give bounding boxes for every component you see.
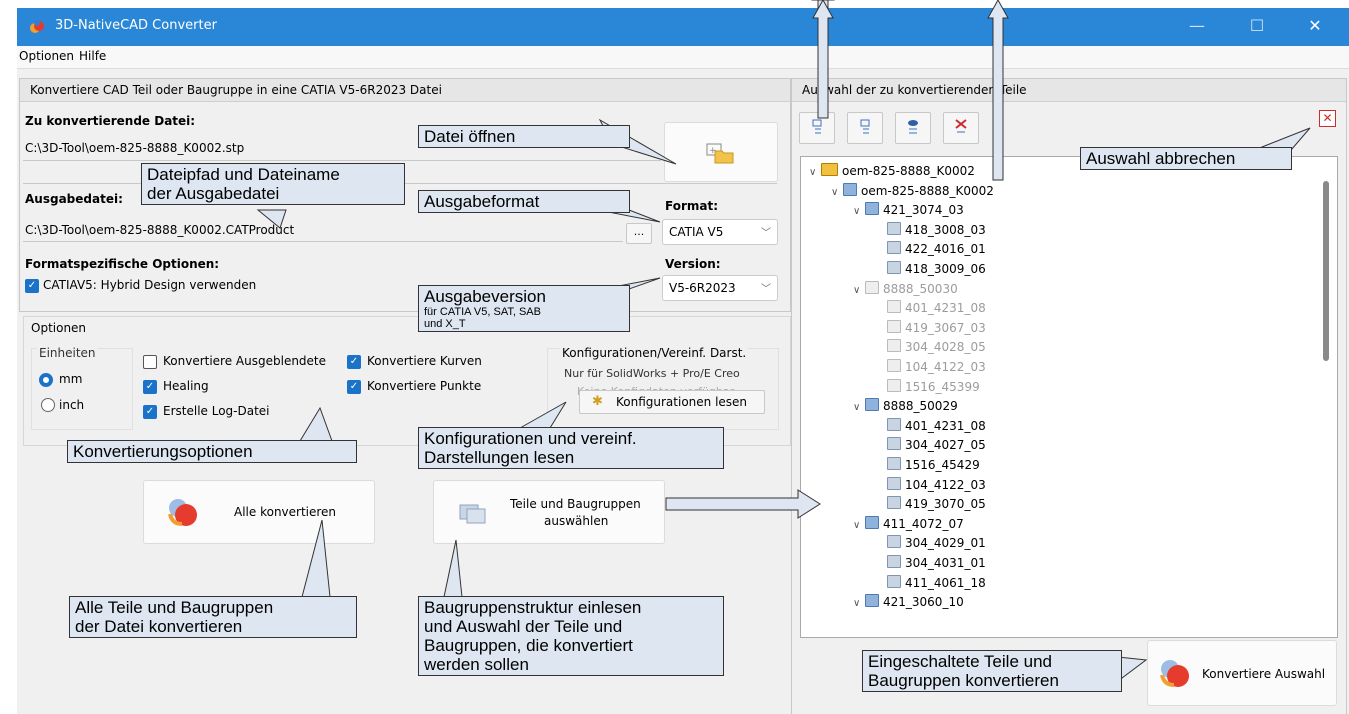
callout-configurations-line1: Konfigurationen und vereinf.: [424, 429, 637, 448]
callout-structure-line2: und Auswahl der Teile und: [424, 617, 623, 636]
pointer-convert-all: [301, 519, 331, 598]
callout-output-version-title: Ausgabeversion: [424, 287, 546, 306]
callout-configurations: Konfigurationen und vereinf. Darstellung…: [418, 427, 724, 469]
callout-structure: Baugruppenstruktur einlesen und Auswahl …: [418, 596, 724, 676]
callout-structure-line4: werden sollen: [424, 655, 529, 674]
up-arrow-left: [812, 0, 834, 119]
callout-output-format: Ausgabeformat: [418, 190, 630, 213]
pointer-output-path: [256, 209, 287, 229]
callout-output-version-sub2: und X_T: [424, 318, 466, 330]
up-arrow-right: [987, 0, 1009, 181]
callout-convert-selection: Eingeschaltete Teile und Baugruppen konv…: [862, 650, 1122, 692]
pointer-options: [299, 406, 333, 442]
callout-conversion-options: Konvertierungsoptionen: [67, 440, 357, 463]
callout-convert-selection-line1: Eingeschaltete Teile und: [868, 652, 1052, 671]
callout-structure-line1: Baugruppenstruktur einlesen: [424, 598, 642, 617]
callout-output-version-sub1: für CATIA V5, SAT, SAB: [424, 306, 541, 318]
callout-output-path: Dateipfad und Dateiname der Ausgabedatei: [141, 163, 405, 205]
pointer-convert-selection: [1117, 656, 1148, 682]
pointer-select-parts: [443, 539, 463, 598]
callout-cancel-selection: Auswahl abbrechen: [1080, 147, 1292, 170]
callout-output-version: Ausgabeversion für CATIA V5, SAT, SAB un…: [418, 285, 630, 332]
callout-output-path-line1: Dateipfad und Dateiname: [147, 165, 340, 184]
callout-convert-all-line1: Alle Teile und Baugruppen: [75, 598, 274, 617]
callout-structure-line3: Baugruppen, die konvertiert: [424, 636, 633, 655]
callout-configurations-line2: Darstellungen lesen: [424, 448, 575, 467]
callout-output-path-line2: der Ausgabedatei: [147, 184, 280, 203]
pointer-config: [518, 401, 567, 429]
callout-open-file: Datei öffnen: [418, 125, 630, 148]
callout-convert-all-line2: der Datei konvertieren: [75, 617, 243, 636]
callout-convert-all: Alle Teile und Baugruppen der Datei konv…: [69, 596, 357, 638]
right-arrow: [665, 489, 821, 519]
callout-convert-selection-line2: Baugruppen konvertieren: [868, 671, 1059, 690]
